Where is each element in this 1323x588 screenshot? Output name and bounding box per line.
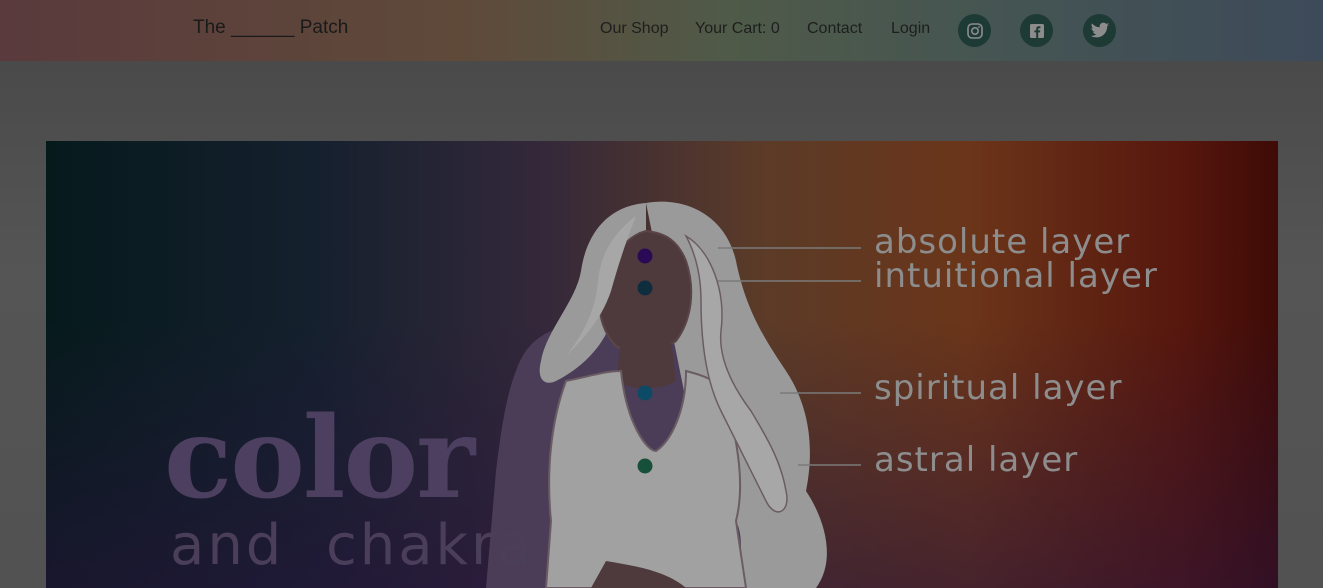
twitter-icon [1090, 22, 1110, 40]
nav-link-our-shop[interactable]: Our Shop [600, 20, 668, 38]
twitter-button[interactable] [1083, 14, 1116, 47]
layer-label-astral: astral layer [874, 440, 1079, 480]
nav-link-login[interactable]: Login [891, 20, 930, 38]
instagram-icon [966, 22, 984, 40]
chakra-dot-intuitional [637, 280, 653, 296]
navbar: The ______ Patch Our Shop Your Cart: 0 C… [0, 0, 1323, 61]
chakra-dot-spiritual [637, 385, 653, 401]
facebook-button[interactable] [1020, 14, 1053, 47]
facebook-icon [1028, 22, 1046, 40]
nav-link-contact[interactable]: Contact [807, 20, 862, 38]
hero-title: color [164, 393, 475, 524]
layer-label-intuitional: intuitional layer [874, 256, 1158, 296]
chakra-dot-absolute [637, 248, 653, 264]
hero-banner: absolute layer intuitional layer spiritu… [46, 141, 1278, 588]
nav-link-cart[interactable]: Your Cart: 0 [695, 20, 780, 38]
layer-label-spiritual: spiritual layer [874, 368, 1123, 408]
chakra-dot-astral [637, 458, 653, 474]
page: The ______ Patch Our Shop Your Cart: 0 C… [0, 0, 1323, 588]
instagram-button[interactable] [958, 14, 991, 47]
brand-logo[interactable]: The ______ Patch [193, 17, 348, 39]
hero-subtitle: and chakra [170, 513, 535, 578]
